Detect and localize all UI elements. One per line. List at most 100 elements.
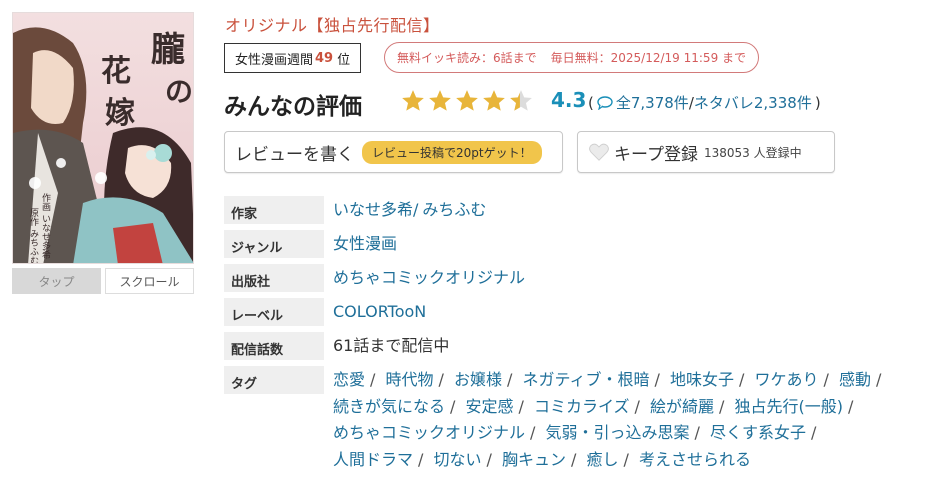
- counts-open: (: [588, 93, 594, 112]
- all-reviews-link[interactable]: 全7,378件: [616, 92, 689, 113]
- tag-item: 安定感 /: [466, 397, 529, 416]
- author-link-1[interactable]: いなせ多希: [333, 200, 413, 219]
- tag-item: コミカライズ /: [534, 397, 645, 416]
- star-icon: [456, 90, 478, 111]
- label-link[interactable]: COLORTooN: [333, 302, 426, 321]
- tag-link[interactable]: お嬢様: [454, 370, 502, 389]
- star-icon: [429, 90, 451, 111]
- tag-link[interactable]: コミカライズ: [534, 397, 630, 416]
- tag-link[interactable]: 安定感: [466, 397, 514, 416]
- svg-text:作画 いなせ多希: 作画 いなせ多希: [40, 192, 51, 260]
- tag-link[interactable]: 感動: [839, 370, 871, 389]
- cover-image[interactable]: 朧 の 花 嫁 作画 いなせ多希 原作 みちふむ: [12, 12, 194, 264]
- tag-item: 感動 /: [839, 370, 886, 389]
- tag-item: 人間ドラマ /: [333, 450, 428, 469]
- tag-item: お嬢様 /: [454, 370, 517, 389]
- ranking-badge[interactable]: 女性漫画週間 49 位: [224, 43, 362, 73]
- tag-link[interactable]: 時代物: [386, 370, 434, 389]
- ranking-number: 49: [315, 50, 334, 66]
- tag-link[interactable]: 独占先行(一般): [735, 397, 844, 416]
- genre-link[interactable]: 女性漫画: [333, 234, 397, 253]
- tag-link[interactable]: ワケあり: [755, 370, 819, 389]
- ranking-suffix: 位: [337, 52, 351, 68]
- keep-button[interactable]: キープ登録 138053 人登録中: [577, 131, 835, 173]
- tag-item: 独占先行(一般) /: [735, 397, 859, 416]
- info-row-tags: タグ 恋愛 / 時代物 / お嬢様 / ネガティブ・根暗 / 地味女子 / ワケあり / 感…: [224, 366, 914, 473]
- author-value: いなせ多希/みちふむ: [333, 196, 486, 222]
- tag-item: 絵が綺麗 /: [650, 397, 729, 416]
- tag-item: ワケあり /: [755, 370, 834, 389]
- tag-list: 恋愛 / 時代物 / お嬢様 / ネガティブ・根暗 / 地味女子 / ワケあり / 感動 / …: [333, 366, 911, 473]
- tag-link[interactable]: 尽くす系女子: [710, 423, 806, 442]
- free-binge-text: 無料イッキ読み：6話まで: [397, 51, 537, 65]
- tag-item: 恋愛 /: [333, 370, 380, 389]
- tag-link[interactable]: 癒し: [587, 450, 619, 469]
- write-review-label: レビューを書く: [235, 144, 354, 165]
- tag-item: めちゃコミックオリジナル /: [333, 423, 540, 442]
- tag-link[interactable]: 恋愛: [333, 370, 365, 389]
- tag-link[interactable]: めちゃコミックオリジナル: [333, 423, 525, 442]
- rating-stars: [400, 87, 535, 115]
- svg-text:嫁: 嫁: [105, 96, 135, 131]
- tag-separator: /: [418, 449, 424, 469]
- spoiler-reviews-link[interactable]: ネタバレ2,338件: [694, 92, 812, 113]
- info-row-publisher: 出版社 めちゃコミックオリジナル: [224, 264, 914, 292]
- svg-text:原作 みちふむ: 原作 みちふむ: [28, 208, 39, 264]
- tag-separator: /: [486, 449, 492, 469]
- tag-item: ネガティブ・根暗 /: [523, 370, 665, 389]
- info-row-genre: ジャンル 女性漫画: [224, 230, 914, 258]
- label-key: レーベル: [224, 298, 324, 326]
- tab-scroll[interactable]: スクロール: [105, 268, 194, 294]
- tags-key: タグ: [224, 366, 324, 394]
- tag-link[interactable]: 切ない: [434, 450, 482, 469]
- ranking-prefix: 女性漫画週間: [235, 52, 314, 68]
- author-key: 作家: [224, 196, 324, 224]
- tag-separator: /: [507, 370, 513, 389]
- tag-link[interactable]: 考えさせられる: [639, 450, 751, 469]
- episodes-key: 配信話数: [224, 332, 324, 360]
- publisher-key: 出版社: [224, 264, 324, 292]
- info-table: 作家 いなせ多希/みちふむ ジャンル 女性漫画 出版社 めちゃコミックオリジナル…: [224, 196, 914, 479]
- keep-count: 138053 人登録中: [703, 145, 802, 160]
- tag-link[interactable]: 人間ドラマ: [333, 450, 413, 469]
- speech-bubble-icon: [597, 95, 613, 110]
- tag-item: 胸キュン /: [502, 450, 581, 469]
- tag-item: 尽くす系女子 /: [710, 423, 821, 442]
- info-row-author: 作家 いなせ多希/みちふむ: [224, 196, 914, 224]
- tag-separator: /: [530, 423, 536, 442]
- tag-link[interactable]: 続きが気になる: [333, 397, 445, 416]
- tag-separator: /: [654, 370, 660, 389]
- original-label: オリジナル【独占先行配信】: [225, 16, 440, 35]
- tag-item: 続きが気になる /: [333, 397, 460, 416]
- author-link-2[interactable]: みちふむ: [422, 200, 486, 219]
- tag-separator: /: [438, 370, 444, 389]
- episodes-value: 61話まで配信中: [333, 336, 450, 355]
- tag-link[interactable]: ネガティブ・根暗: [523, 370, 650, 389]
- tag-link[interactable]: 絵が綺麗: [650, 397, 714, 416]
- svg-text:花: 花: [101, 54, 131, 89]
- tag-separator: /: [634, 396, 640, 416]
- review-promo-badge: レビュー投稿で20ptゲット！: [362, 140, 542, 164]
- publisher-link[interactable]: めちゃコミックオリジナル: [333, 268, 525, 287]
- tag-separator: /: [518, 396, 524, 416]
- tag-item: 気弱・引っ込み思案 /: [546, 423, 705, 442]
- star-half-icon: [510, 90, 532, 111]
- tab-tap[interactable]: タップ: [12, 268, 101, 294]
- info-row-episodes: 配信話数 61話まで配信中: [224, 332, 914, 360]
- tag-separator: /: [571, 449, 577, 469]
- info-row-label: レーベル COLORTooN: [224, 298, 914, 326]
- tag-link[interactable]: 気弱・引っ込み思案: [546, 423, 690, 442]
- write-review-button[interactable]: レビューを書く レビュー投稿で20ptゲット！: [224, 131, 563, 173]
- tag-link[interactable]: 地味女子: [670, 370, 734, 389]
- svg-text:朧: 朧: [151, 30, 185, 70]
- tag-separator: /: [450, 396, 456, 416]
- genre-key: ジャンル: [224, 230, 324, 258]
- free-reading-badge: 無料イッキ読み：6話まで 毎日無料：2025/12/19 11:59 まで: [384, 42, 760, 73]
- daily-free-text: 毎日無料：2025/12/19 11:59 まで: [550, 51, 747, 65]
- review-counts: ( 全7,378件 / ネタバレ2,338件 ): [588, 92, 821, 113]
- author-sep: /: [413, 200, 419, 219]
- tag-separator: /: [719, 396, 725, 416]
- counts-close: ): [814, 93, 821, 112]
- cover-view-tabs: タップ スクロール: [12, 268, 194, 294]
- tag-link[interactable]: 胸キュン: [502, 450, 566, 469]
